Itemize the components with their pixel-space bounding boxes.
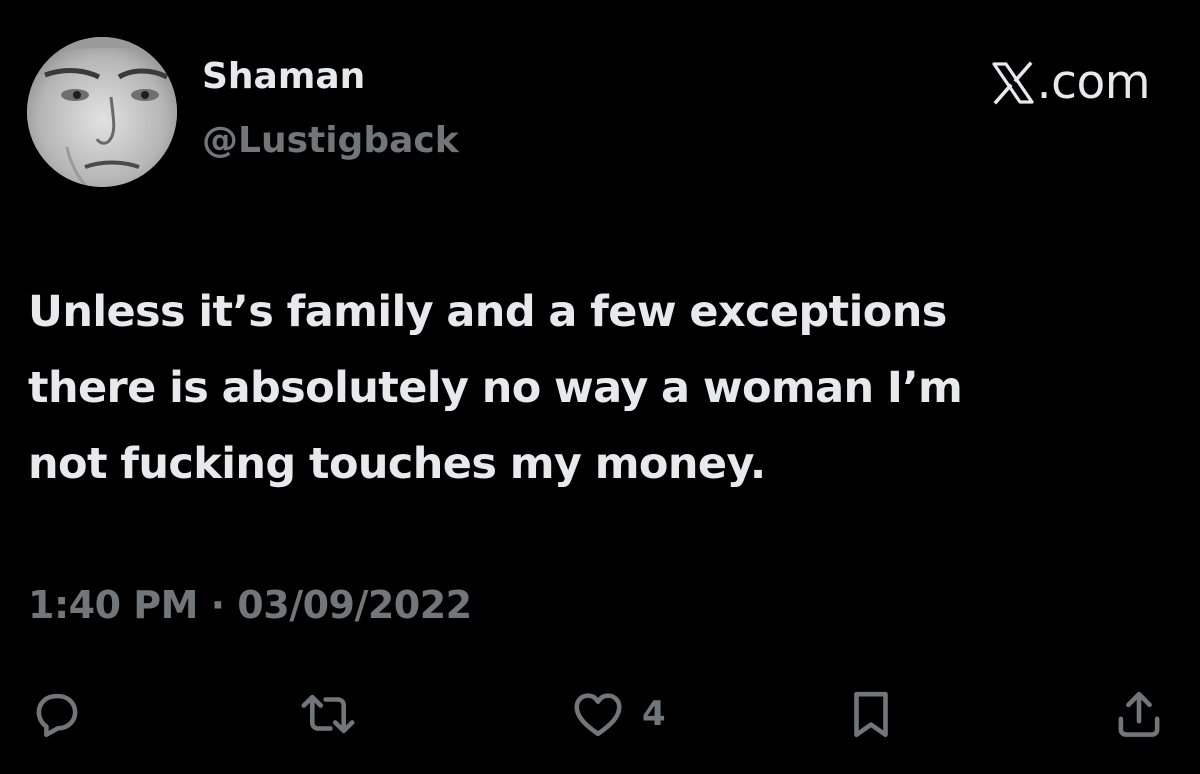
like-count: 4	[642, 694, 666, 734]
reply-button[interactable]	[28, 684, 86, 744]
repost-button[interactable]	[296, 684, 360, 744]
avatar-photo	[27, 37, 177, 187]
brand-watermark: .com	[991, 55, 1151, 110]
tweet-text: Unless it’s family and a few exceptions …	[28, 274, 1168, 502]
repost-icon	[301, 694, 355, 734]
tweet-timestamp[interactable]: 1:40 PM · 03/09/2022	[28, 583, 472, 627]
tweet-text-line: Unless it’s family and a few exceptions	[28, 287, 947, 337]
brand-text: .com	[1036, 55, 1151, 110]
display-name[interactable]: Shaman	[202, 56, 365, 97]
tweet-text-line: not fucking touches my money.	[28, 439, 766, 489]
bookmark-button[interactable]	[842, 684, 900, 744]
share-icon	[1118, 691, 1160, 737]
action-bar: 4	[0, 684, 1200, 744]
tweet-card: Shaman @Lustigback .com Unless it’s fami…	[0, 0, 1200, 774]
user-handle[interactable]: @Lustigback	[202, 120, 459, 161]
x-logo-icon	[992, 60, 1034, 105]
like-button[interactable]: 4	[568, 684, 666, 744]
avatar[interactable]	[27, 37, 177, 187]
tweet-text-line: there is absolutely no way a woman I’m	[28, 363, 963, 413]
heart-icon	[574, 693, 622, 737]
reply-icon	[36, 693, 78, 738]
share-button[interactable]	[1110, 684, 1168, 744]
bookmark-icon	[854, 691, 888, 738]
